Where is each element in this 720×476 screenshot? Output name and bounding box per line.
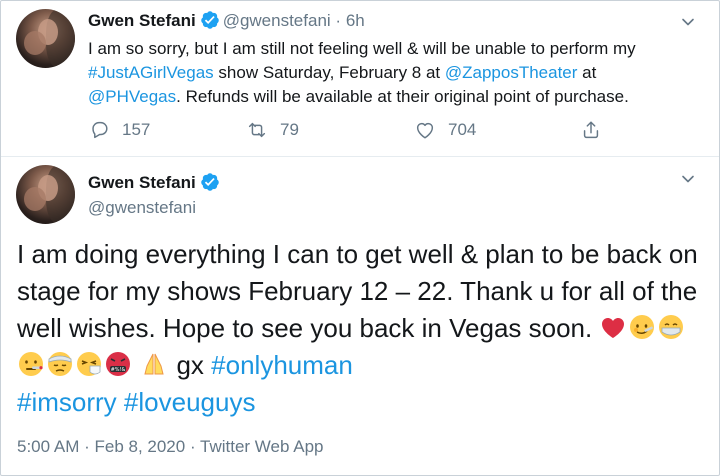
tweet1-header: Gwen Stefani @gwenstefani · 6h [88, 10, 365, 32]
hashtag-link[interactable]: #onlyhuman [211, 350, 353, 380]
retweet-icon [248, 122, 266, 138]
mention-link[interactable]: @ZapposTheater [445, 63, 578, 82]
tweet-time[interactable]: 6h [346, 11, 365, 30]
tweet-timestamp: 5:00 AM · Feb 8, 2020 · Twitter Web App [17, 436, 323, 458]
thermometer-face-emoji [17, 350, 45, 378]
display-name[interactable]: Gwen Stefani [88, 173, 196, 192]
head-bandage-face-emoji [46, 350, 74, 378]
share-button[interactable] [580, 119, 602, 141]
tweet-actions: 157 79 704 [88, 119, 608, 141]
svg-text:#%!&: #%!& [111, 367, 126, 373]
retweet-count: 79 [280, 120, 299, 139]
separator: · [335, 11, 342, 30]
verified-badge-icon [200, 11, 219, 29]
handle[interactable]: @gwenstefani [223, 11, 331, 30]
symbols-on-mouth-face-emoji: #%!& [104, 350, 132, 378]
source-link[interactable]: Twitter Web App [200, 437, 323, 456]
like-count: 704 [448, 120, 477, 139]
folded-hands-emoji [140, 350, 168, 378]
display-name[interactable]: Gwen Stefani [88, 11, 196, 30]
reply-button[interactable]: 157 [88, 119, 150, 141]
heart-outline-icon [416, 122, 434, 139]
avatar[interactable] [16, 165, 75, 224]
hashtag-link[interactable]: #imsorry [17, 387, 117, 417]
medical-mask-face-emoji [657, 313, 685, 341]
sick-face-emoji [628, 313, 656, 341]
chevron-down-icon[interactable] [680, 14, 696, 30]
reply-icon [92, 121, 108, 139]
verified-badge-icon [200, 173, 219, 191]
handle[interactable]: @gwenstefani [88, 197, 196, 219]
like-button[interactable]: 704 [414, 119, 476, 141]
retweet-button[interactable]: 79 [246, 119, 299, 141]
tweet1-text: I am so sorry, but I am still not feelin… [88, 39, 636, 106]
tweet-divider [1, 156, 719, 157]
tweet2-name-row: Gwen Stefani [88, 172, 220, 194]
share-icon [583, 121, 599, 139]
reply-count: 157 [122, 120, 151, 139]
timestamp-text[interactable]: 5:00 AM · Feb 8, 2020 · [17, 437, 200, 456]
mention-link[interactable]: @PHVegas [88, 87, 176, 106]
chevron-down-icon[interactable] [680, 171, 696, 187]
hashtag-link[interactable]: #loveuguys [124, 387, 256, 417]
sneezing-face-emoji [75, 350, 103, 378]
tweet2-text: I am doing everything I can to get well … [17, 239, 698, 417]
red-heart-emoji [599, 313, 627, 341]
avatar[interactable] [16, 9, 75, 68]
hashtag-link[interactable]: #JustAGirlVegas [88, 63, 214, 82]
